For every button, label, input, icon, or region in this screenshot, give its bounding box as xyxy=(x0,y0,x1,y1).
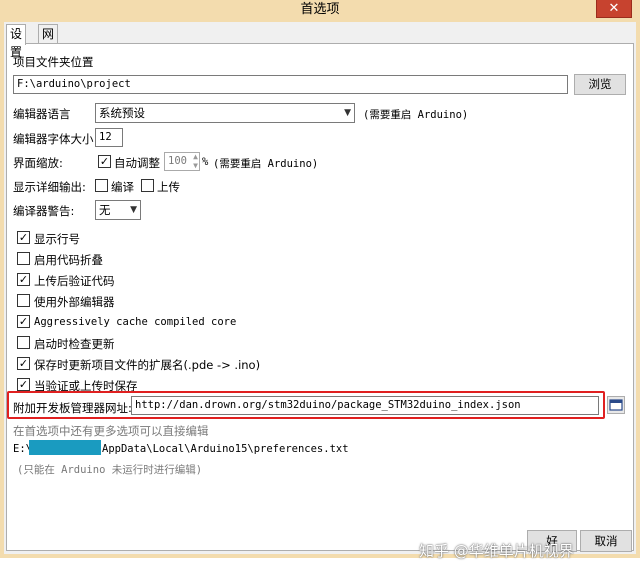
chevron-down-icon: ▼ xyxy=(130,205,137,215)
option-verify-upload-label: 上传后验证代码 xyxy=(34,274,115,288)
option-check-updates-label: 启动时检查更新 xyxy=(34,337,115,351)
editor-language-note: (需要重启 Arduino) xyxy=(363,109,469,121)
verbose-label: 显示详细输出: xyxy=(13,180,86,194)
option-update-extension-label: 保存时更新项目文件的扩展名(.pde -> .ino) xyxy=(34,358,261,372)
redacted-username xyxy=(29,440,101,455)
scaling-note: (需要重启 Arduino) xyxy=(213,158,319,170)
editor-language-select[interactable]: 系统预设 ▼ xyxy=(95,103,355,123)
option-cache-core-checkbox[interactable]: ✓ xyxy=(17,315,30,328)
window-edit-icon xyxy=(609,399,623,411)
font-size-label: 编辑器字体大小 xyxy=(13,132,94,146)
tab-settings[interactable]: 设置 xyxy=(6,24,27,59)
dialog-client: 设置 网络 项目文件夹位置 F:\arduino\project 浏览 编辑器语… xyxy=(4,22,636,560)
option-update-extension-checkbox[interactable]: ✓ xyxy=(17,357,30,370)
option-line-numbers-checkbox[interactable]: ✓ xyxy=(17,231,30,244)
prefs-path-suffix: AppData\Local\Arduino15\preferences.txt xyxy=(102,443,349,455)
spinner-icon: ▲ ▼ xyxy=(193,152,198,170)
verbose-compile-checkbox[interactable] xyxy=(95,179,108,192)
warnings-value: 无 xyxy=(99,203,111,217)
title-bar: 首选项 ✕ xyxy=(0,0,640,22)
font-size-input[interactable]: 12 xyxy=(95,128,123,147)
option-external-editor-checkbox[interactable] xyxy=(17,294,30,307)
auto-scale-checkbox[interactable]: ✓ xyxy=(98,155,111,168)
option-code-folding-label: 启用代码折叠 xyxy=(34,253,103,267)
window-title: 首选项 xyxy=(300,2,340,17)
option-check-updates-checkbox[interactable] xyxy=(17,336,30,349)
boards-url-label: 附加开发板管理器网址: xyxy=(13,401,132,415)
verbose-upload-label: 上传 xyxy=(157,180,180,194)
option-save-on-verify-checkbox[interactable]: ✓ xyxy=(17,378,30,391)
editor-language-value: 系统预设 xyxy=(99,106,145,120)
boards-url-input[interactable]: http://dan.drown.org/stm32duino/package_… xyxy=(131,396,599,415)
scale-percent-input[interactable]: 100 ▲ ▼ xyxy=(164,152,200,171)
scale-percent-value: 100 xyxy=(168,155,187,167)
option-verify-upload-checkbox[interactable]: ✓ xyxy=(17,273,30,286)
scaling-label: 界面缩放: xyxy=(13,156,63,170)
auto-scale-label: 自动调整 xyxy=(114,156,160,170)
chevron-down-icon: ▼ xyxy=(344,108,351,118)
scale-percent-sign: % xyxy=(202,156,209,168)
browse-button[interactable]: 浏览 xyxy=(574,74,626,95)
boards-url-edit-button[interactable] xyxy=(607,396,625,414)
more-prefs-note: 在首选项中还有更多选项可以直接编辑 xyxy=(13,424,209,438)
option-external-editor-label: 使用外部编辑器 xyxy=(34,295,115,309)
option-cache-core-label: Aggressively cache compiled core xyxy=(34,316,237,328)
sketchbook-path-input[interactable]: F:\arduino\project xyxy=(13,75,568,94)
settings-panel: 项目文件夹位置 F:\arduino\project 浏览 编辑器语言 系统预设… xyxy=(6,43,634,560)
verbose-upload-checkbox[interactable] xyxy=(141,179,154,192)
warnings-label: 编译器警告: xyxy=(13,204,75,218)
close-icon: ✕ xyxy=(608,1,620,16)
edit-note: (只能在 Arduino 未运行时进行编辑) xyxy=(17,464,203,476)
option-line-numbers-label: 显示行号 xyxy=(34,232,80,246)
cancel-button[interactable]: 取消 xyxy=(580,530,632,552)
editor-language-label: 编辑器语言 xyxy=(13,107,71,121)
option-code-folding-checkbox[interactable] xyxy=(17,252,30,265)
tab-network[interactable]: 网络 xyxy=(38,24,59,59)
sketchbook-label: 项目文件夹位置 xyxy=(13,55,94,69)
warnings-select[interactable]: 无 ▼ xyxy=(95,200,141,220)
preferences-window: 首选项 ✕ 设置 网络 项目文件夹位置 F:\arduino\project 浏… xyxy=(0,0,640,560)
close-button[interactable]: ✕ xyxy=(596,0,632,18)
verbose-compile-label: 编译 xyxy=(111,180,134,194)
